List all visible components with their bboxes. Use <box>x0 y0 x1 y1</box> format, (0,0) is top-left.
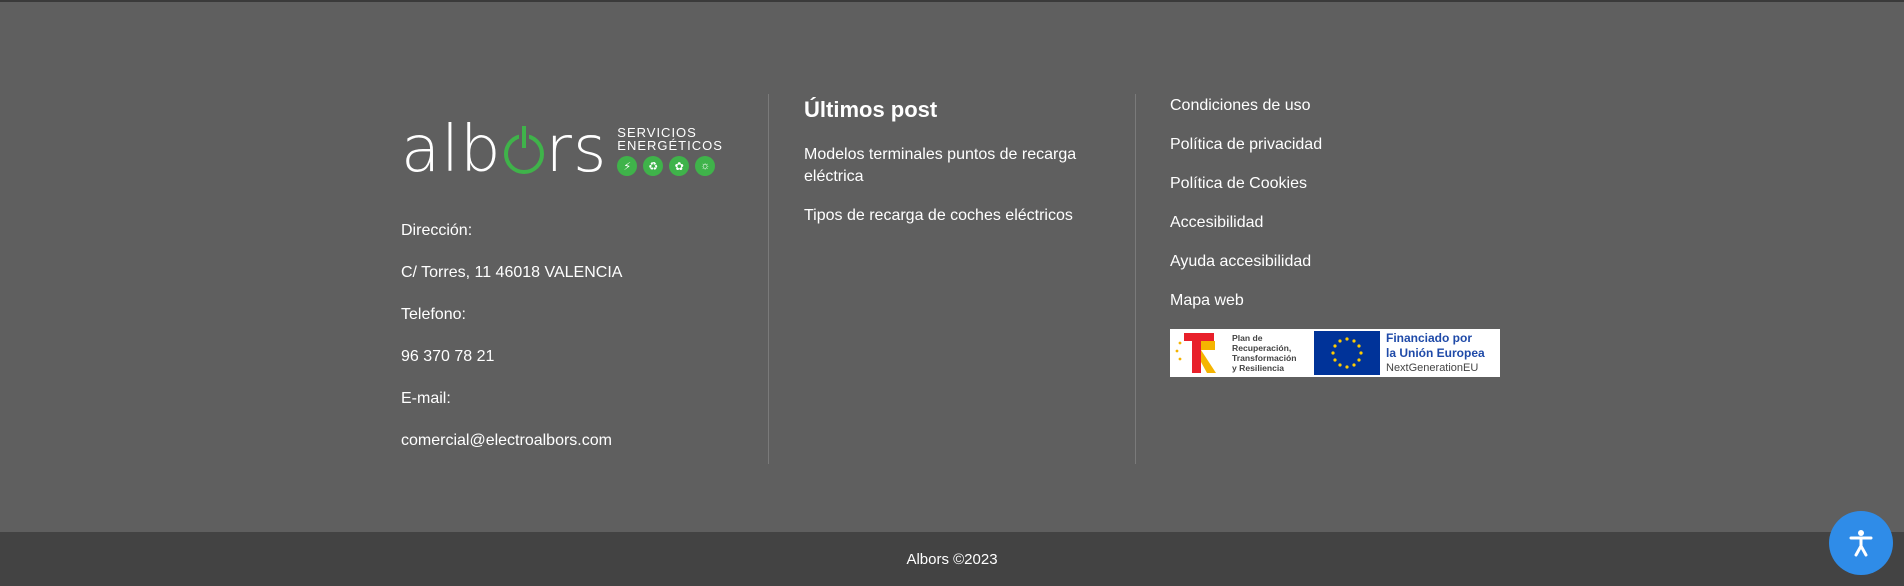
eu-line-1: Financiado por <box>1386 330 1473 345</box>
prtr-line-4: y Resiliencia <box>1232 363 1285 373</box>
eu-funding-text: Financiado por la Unión Europea NextGene… <box>1386 331 1485 376</box>
post-link-terminales[interactable]: Modelos terminales puntos de recarga elé… <box>804 144 1134 188</box>
column-divider-1 <box>768 94 769 464</box>
post-link-tipos-recarga[interactable]: Tipos de recarga de coches eléctricos <box>804 205 1134 227</box>
lightning-icon: ⚡ <box>617 156 638 176</box>
logo-service-icons: ⚡ ♻ ✿ ☼ <box>617 156 723 176</box>
address-value: C/ Torres, 11 46018 VALENCIA <box>401 264 623 281</box>
recycle-icon: ♻ <box>643 156 664 176</box>
site-footer: alb rs SERVICIOS ENERGÉTICOS ⚡ ♻ ✿ ☼ Dire… <box>0 2 1904 532</box>
phone-value[interactable]: 96 370 78 21 <box>401 346 767 367</box>
footer-legal-column: Condiciones de uso Política de privacida… <box>1170 94 1520 377</box>
link-politica-cookies[interactable]: Política de Cookies <box>1170 173 1520 194</box>
accessibility-icon <box>1849 530 1873 557</box>
prtr-text: Plan de Recuperación, Transformación y R… <box>1232 333 1310 373</box>
phone-label: Telefono: <box>401 306 466 323</box>
funding-banner[interactable]: Plan de Recuperación, Transformación y R… <box>1170 329 1500 377</box>
prtr-logo-icon <box>1170 329 1232 377</box>
contact-info: Dirección: C/ Torres, 11 46018 VALENCIA … <box>401 220 767 451</box>
logo-wordmark: alb rs <box>401 113 608 187</box>
footer-contact-column: alb rs SERVICIOS ENERGÉTICOS ⚡ ♻ ✿ ☼ Dire… <box>401 94 767 472</box>
footer-posts-column: Últimos post Modelos terminales puntos d… <box>804 94 1134 244</box>
prtr-line-1: Plan de <box>1232 333 1263 343</box>
link-ayuda-accesibilidad[interactable]: Ayuda accesibilidad <box>1170 251 1520 272</box>
eu-flag-icon <box>1314 331 1380 375</box>
accessibility-button[interactable] <box>1829 511 1893 575</box>
albors-logo[interactable]: alb rs SERVICIOS ENERGÉTICOS ⚡ ♻ ✿ ☼ <box>401 108 767 187</box>
prtr-line-3: Transformación <box>1232 353 1297 363</box>
link-accesibilidad[interactable]: Accesibilidad <box>1170 212 1520 233</box>
logo-word-end: rs <box>545 113 608 187</box>
logo-tagline-2: ENERGÉTICOS <box>617 138 723 153</box>
power-icon <box>503 126 544 174</box>
email-label: E-mail: <box>401 390 451 407</box>
legal-links: Condiciones de uso Política de privacida… <box>1170 95 1520 311</box>
link-politica-privacidad[interactable]: Política de privacidad <box>1170 134 1520 155</box>
lightbulb-icon: ☼ <box>695 156 716 176</box>
posts-list: Modelos terminales puntos de recarga elé… <box>804 144 1134 227</box>
logo-tagline-block: SERVICIOS ENERGÉTICOS ⚡ ♻ ✿ ☼ <box>617 126 723 178</box>
prtr-line-2: Recuperación, <box>1232 343 1292 353</box>
logo-word-start: alb <box>401 113 502 187</box>
plant-icon: ✿ <box>669 156 690 176</box>
link-condiciones-uso[interactable]: Condiciones de uso <box>1170 95 1520 116</box>
link-mapa-web[interactable]: Mapa web <box>1170 290 1520 311</box>
address-label: Dirección: <box>401 222 473 239</box>
copyright-bar: Albors ©2023 <box>0 532 1904 586</box>
copyright-text: Albors ©2023 <box>906 550 998 568</box>
column-divider-2 <box>1135 94 1136 464</box>
eu-line-2: la Unión Europea <box>1386 345 1485 360</box>
eu-line-3: NextGenerationEU <box>1386 361 1479 374</box>
email-value[interactable]: comercial@electroalbors.com <box>401 430 767 451</box>
posts-heading: Últimos post <box>804 97 938 122</box>
